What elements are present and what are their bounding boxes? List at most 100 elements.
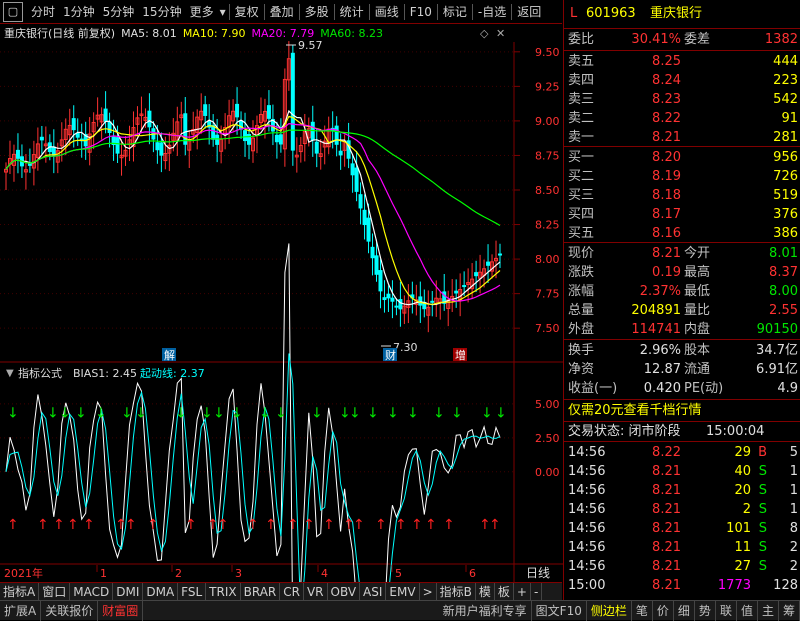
- tab-macd[interactable]: MACD: [70, 582, 114, 601]
- tab-indicator-b[interactable]: 指标B: [437, 582, 476, 601]
- bottom-tab-1[interactable]: 价: [653, 600, 674, 621]
- bid-row[interactable]: 买三 8.18 519: [564, 186, 800, 205]
- status-fortune[interactable]: 财富圈: [98, 600, 144, 621]
- tick-side: S: [758, 464, 767, 479]
- tick-time: 14:56: [568, 540, 606, 555]
- tick-volume: 27: [734, 559, 751, 574]
- toolbar-overlay[interactable]: 叠加: [266, 0, 298, 24]
- info-label-2: 流通: [684, 362, 711, 377]
- bottom-tab-4[interactable]: 联: [716, 600, 737, 621]
- event-increase-label: 增: [455, 348, 466, 362]
- window-icon[interactable]: ▢: [3, 1, 23, 22]
- buy-arrow-icon: ↓: [201, 406, 213, 422]
- tab-brar[interactable]: BRAR: [241, 582, 281, 601]
- tick-row: 14:56 8.21 40 S 1: [564, 462, 800, 481]
- info-value-2: 6.91亿: [756, 362, 798, 377]
- tab-vr[interactable]: VR: [304, 582, 328, 601]
- toolbar-f10[interactable]: F10: [406, 0, 436, 24]
- start-line-label: 起动线: 2.37: [140, 366, 205, 380]
- tick-price: 8.21: [652, 502, 681, 517]
- bid-row[interactable]: 买一 8.20 956: [564, 148, 800, 167]
- zoom-out-button[interactable]: -: [531, 582, 543, 601]
- ask-row[interactable]: 卖四 8.24 223: [564, 71, 800, 90]
- bottom-tab-6[interactable]: 主: [758, 600, 779, 621]
- price-axis: 9.50 9.25 9.00 8.75 8.50 8.25 8.00 7.75 7.50: [0, 46, 560, 335]
- tab-asi[interactable]: ASI: [360, 582, 387, 601]
- stat-row: 现价 8.21 今开 8.01: [564, 244, 800, 263]
- sell-arrow-icon: ↑: [147, 517, 159, 533]
- toolbar-multi[interactable]: 多股: [301, 0, 333, 24]
- tab-indicator-a[interactable]: 指标A: [0, 582, 40, 601]
- bid-row[interactable]: 买五 8.16 386: [564, 224, 800, 243]
- sell-arrow-icon: ↑: [185, 517, 197, 533]
- bottom-tab-2[interactable]: 细: [674, 600, 695, 621]
- toolbar-restore[interactable]: 复权: [231, 0, 263, 24]
- event-unlock-label: 解: [164, 348, 175, 362]
- bid-price: 8.18: [652, 188, 681, 203]
- month-label: 4: [321, 567, 328, 580]
- tab-obv[interactable]: OBV: [328, 582, 361, 601]
- toolbar-1min[interactable]: 1分钟: [59, 0, 99, 24]
- buy-arrow-icon: ↓: [7, 406, 19, 422]
- bias-label: BIAS1: 2.45: [73, 367, 137, 380]
- sell-arrow-icon: ↑: [489, 517, 501, 533]
- status-f10[interactable]: 图文F10: [532, 600, 587, 621]
- bid-row[interactable]: 买四 8.17 376: [564, 205, 800, 224]
- promo-text[interactable]: 仅需20元查看千档行情: [568, 401, 702, 420]
- bottom-tab-3[interactable]: 势: [695, 600, 716, 621]
- ask-row[interactable]: 卖三 8.23 542: [564, 90, 800, 109]
- toolbar-back[interactable]: 返回: [513, 0, 545, 24]
- toolbar-timeshare[interactable]: 分时: [27, 0, 59, 24]
- stat-row: 总量 204891 量比 2.55: [564, 301, 800, 320]
- tab-fsl[interactable]: FSL: [178, 582, 207, 601]
- kline-chart[interactable]: 9.50 9.25 9.00 8.75 8.50 8.25 8.00 7.75 7.50 9.5…: [0, 24, 563, 582]
- ask-label: 卖二: [568, 111, 595, 126]
- sell-arrow-icon: ↑: [67, 517, 79, 533]
- timeline-months: 1 2 3 4 5 6: [96, 565, 476, 580]
- chevron-down-icon[interactable]: ▾: [218, 0, 228, 24]
- toolbar-watchlist[interactable]: -自选: [474, 0, 510, 24]
- status-related[interactable]: 关联报价: [41, 600, 99, 621]
- toolbar-stats[interactable]: 统计: [336, 0, 368, 24]
- tab-template-2[interactable]: 板: [495, 582, 514, 601]
- stat-value: 204891: [631, 303, 681, 318]
- buy-arrow-icon: ↓: [451, 406, 463, 422]
- status-extend[interactable]: 扩展A: [0, 600, 42, 621]
- bottom-tab-0[interactable]: 笔: [632, 600, 653, 621]
- stock-code: 601963: [586, 6, 636, 21]
- stat-value: 2.37%: [639, 284, 681, 299]
- trade-status: 交易状态: 闭市阶段: [568, 424, 681, 439]
- stat-label: 现价: [568, 246, 595, 261]
- tick-volume: 1773: [717, 578, 751, 593]
- toolbar-15min[interactable]: 15分钟: [138, 0, 185, 24]
- toolbar-5min[interactable]: 5分钟: [99, 0, 139, 24]
- bottom-tab-7[interactable]: 筹: [779, 600, 800, 621]
- tab-template-1[interactable]: 模: [476, 582, 495, 601]
- price-tick: 9.50: [535, 46, 560, 59]
- tab-more[interactable]: >: [420, 582, 437, 601]
- bottom-tab-5[interactable]: 值: [737, 600, 758, 621]
- bid-row[interactable]: 买二 8.19 726: [564, 167, 800, 186]
- zoom-in-button[interactable]: +: [514, 582, 531, 601]
- toolbar-draw[interactable]: 画线: [371, 0, 403, 24]
- candlesticks: [4, 41, 502, 333]
- tab-trix[interactable]: TRIX: [206, 582, 241, 601]
- month-label: 2: [175, 567, 182, 580]
- tab-dma[interactable]: DMA: [143, 582, 179, 601]
- tab-dmi[interactable]: DMI: [113, 582, 144, 601]
- status-sidebar[interactable]: 侧边栏: [587, 600, 632, 621]
- price-tick: 8.50: [535, 184, 560, 197]
- tab-cr[interactable]: CR: [280, 582, 304, 601]
- toolbar-more[interactable]: 更多: [186, 0, 218, 24]
- ask-row[interactable]: 卖二 8.22 91: [564, 109, 800, 128]
- status-new-user[interactable]: 新用户福利专享: [439, 600, 532, 621]
- sell-arrow-icon: ↑: [247, 517, 259, 533]
- tab-window[interactable]: 窗口: [39, 582, 71, 601]
- tick-time: 14:56: [568, 445, 606, 460]
- info-value-2: 4.9: [777, 381, 798, 396]
- ask-price: 8.24: [652, 73, 681, 88]
- tab-emv[interactable]: EMV: [386, 582, 420, 601]
- ask-row[interactable]: 卖一 8.21 281: [564, 128, 800, 147]
- ask-row[interactable]: 卖五 8.25 444: [564, 52, 800, 71]
- toolbar-mark[interactable]: 标记: [439, 0, 471, 24]
